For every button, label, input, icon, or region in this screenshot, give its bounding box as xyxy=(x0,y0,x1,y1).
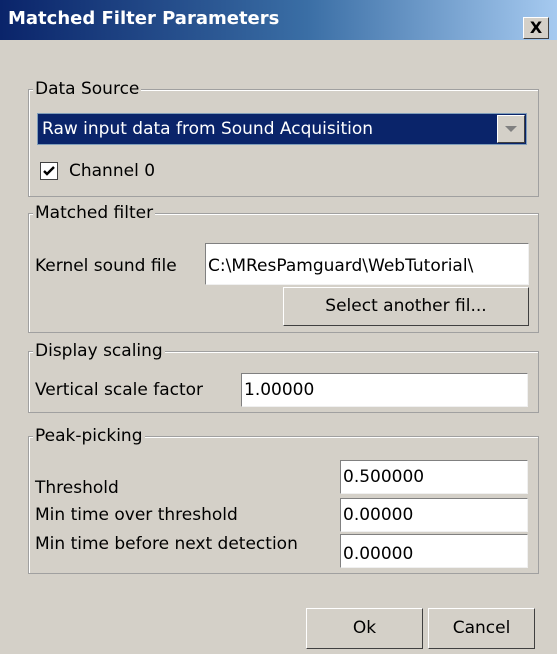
peak-picking-group-title: Peak-picking xyxy=(33,426,145,446)
channel-0-checkbox[interactable] xyxy=(40,162,58,180)
min-time-before-next-detection-label: Min time before next detection xyxy=(35,534,298,554)
threshold-label: Threshold xyxy=(35,478,119,498)
data-source-select[interactable]: Raw input data from Sound Acquisition xyxy=(37,113,527,145)
channel-0-label: Channel 0 xyxy=(69,161,156,181)
kernel-sound-file-field[interactable]: C:\MResPamguard\WebTutorial\ xyxy=(205,243,529,285)
data-source-selected-value: Raw input data from Sound Acquisition xyxy=(42,119,374,139)
dropdown-arrow-button[interactable] xyxy=(497,115,525,143)
matched-filter-group-title: Matched filter xyxy=(33,203,156,223)
close-icon: X xyxy=(529,18,543,37)
ok-button[interactable]: Ok xyxy=(306,608,423,649)
chevron-down-icon xyxy=(505,126,517,132)
title-bar: Matched Filter Parameters X xyxy=(0,0,557,40)
display-scaling-group-title: Display scaling xyxy=(33,341,165,361)
min-time-over-threshold-field[interactable]: 0.00000 xyxy=(340,498,528,532)
vertical-scale-factor-field[interactable]: 1.00000 xyxy=(241,373,528,407)
window-title: Matched Filter Parameters xyxy=(8,8,280,29)
close-button[interactable]: X xyxy=(523,17,549,39)
vertical-scale-factor-label: Vertical scale factor xyxy=(35,380,204,400)
cancel-button[interactable]: Cancel xyxy=(428,608,535,649)
min-time-over-threshold-label: Min time over threshold xyxy=(35,505,238,525)
data-source-group-title: Data Source xyxy=(33,79,142,99)
min-time-before-next-detection-field[interactable]: 0.00000 xyxy=(340,534,528,568)
checkmark-icon xyxy=(43,166,55,176)
select-another-file-button[interactable]: Select another fil... xyxy=(283,287,529,326)
kernel-sound-file-label: Kernel sound file xyxy=(35,256,177,276)
threshold-field[interactable]: 0.500000 xyxy=(340,460,528,494)
